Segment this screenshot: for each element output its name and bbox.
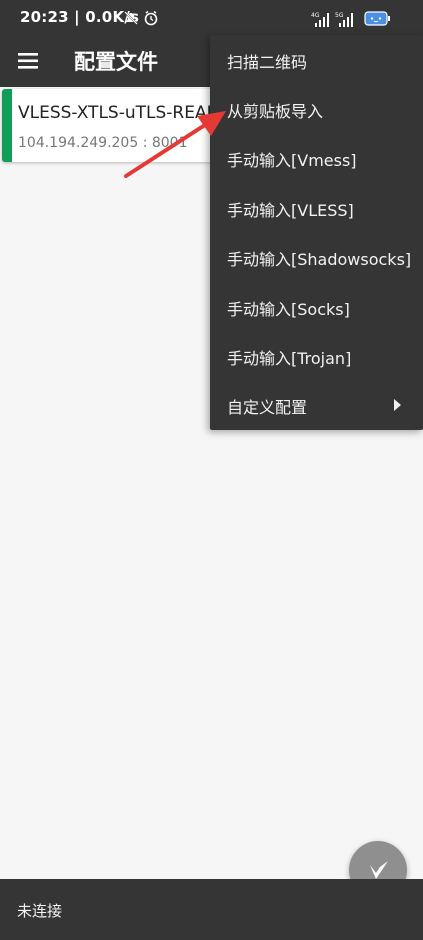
menu-item-custom-config[interactable]: 自定义配置 <box>210 380 423 429</box>
signal-5g-icon: 5G <box>335 12 353 27</box>
battery-icon <box>364 11 390 26</box>
status-notification-icons <box>124 10 158 26</box>
add-config-dropdown-menu: 扫描二维码 从剪贴板导入 手动输入[Vmess] 手动输入[VLESS] 手动输… <box>210 35 423 430</box>
alarm-icon <box>144 10 158 26</box>
selected-accent-bar <box>2 89 12 162</box>
menu-item-label: 从剪贴板导入 <box>227 102 324 121</box>
server-address: 104.194.249.205 : 8001 <box>18 135 188 151</box>
menu-item-label: 手动输入[Socks] <box>227 300 350 319</box>
menu-item-label: 手动输入[Shadowsocks] <box>227 250 412 269</box>
menu-item-manual-trojan[interactable]: 手动输入[Trojan] <box>210 331 423 380</box>
server-name: VLESS-XTLS-uTLS-REALITY <box>18 103 220 123</box>
status-right-icons: 4G 5G <box>311 11 390 27</box>
connection-status: 未连接 <box>17 902 63 920</box>
page-title: 配置文件 <box>74 50 158 74</box>
network-label-5g: 5G <box>335 12 344 19</box>
menu-item-manual-vmess[interactable]: 手动输入[Vmess] <box>210 133 423 182</box>
menu-item-scan-qrcode[interactable]: 扫描二维码 <box>210 35 423 84</box>
menu-item-label: 手动输入[Vmess] <box>227 151 357 170</box>
network-label-4g: 4G <box>311 12 320 19</box>
menu-item-import-clipboard[interactable]: 从剪贴板导入 <box>210 84 423 133</box>
menu-item-manual-shadowsocks[interactable]: 手动输入[Shadowsocks] <box>210 232 423 281</box>
server-card[interactable]: VLESS-XTLS-uTLS-REALITY 104.194.249.205 … <box>2 89 220 162</box>
menu-item-label: 手动输入[VLESS] <box>227 201 354 220</box>
menu-item-label: 手动输入[Trojan] <box>227 349 352 368</box>
signal-4g-icon: 4G <box>311 12 329 27</box>
hamburger-menu-icon[interactable] <box>14 46 44 76</box>
status-bar: 20:23 | 0.0K/s 4G 5G <box>0 0 423 36</box>
mute-notification-icon <box>124 11 138 25</box>
menu-item-manual-socks[interactable]: 手动输入[Socks] <box>210 282 423 331</box>
menu-item-label: 自定义配置 <box>227 398 308 417</box>
menu-item-label: 扫描二维码 <box>227 53 308 72</box>
menu-item-manual-vless[interactable]: 手动输入[VLESS] <box>210 183 423 232</box>
bottom-status-bar[interactable]: 未连接 <box>0 879 423 940</box>
submenu-arrow-icon <box>394 399 401 411</box>
